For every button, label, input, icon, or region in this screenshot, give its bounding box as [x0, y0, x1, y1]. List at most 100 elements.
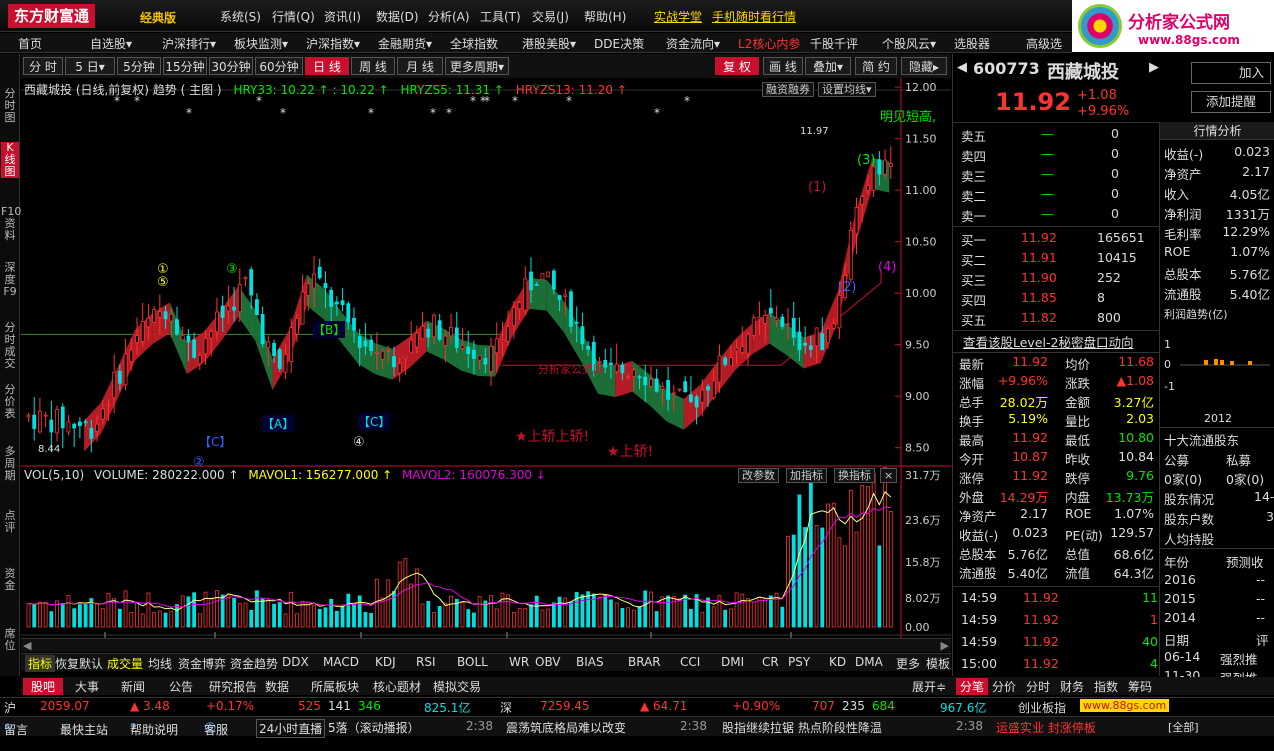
- prev-stock-icon[interactable]: ◀: [957, 60, 967, 75]
- left-tab-3[interactable]: 深度F9: [1, 262, 19, 298]
- bottom-tab-0[interactable]: 股吧: [23, 678, 64, 695]
- tool-1[interactable]: 画 线: [763, 57, 803, 75]
- indicator-8[interactable]: KDJ: [375, 655, 396, 669]
- tab-intraday[interactable]: 分时: [1026, 678, 1050, 695]
- nav-item-5[interactable]: 金融期货▾: [378, 35, 432, 52]
- left-tab-4[interactable]: 分时成交: [1, 322, 19, 370]
- tool-4[interactable]: 隐藏▸: [901, 57, 947, 75]
- nav-item-6[interactable]: 全球指数: [450, 35, 498, 52]
- indicator-21[interactable]: 更多: [896, 655, 920, 672]
- analysis-tab[interactable]: 行情分析: [1160, 122, 1274, 140]
- bottom-tab-6[interactable]: 所属板块: [311, 678, 359, 695]
- nav-item-9[interactable]: 资金流向▾: [666, 35, 720, 52]
- indicator-19[interactable]: KD: [829, 655, 846, 669]
- period-0[interactable]: 分 时: [23, 57, 63, 75]
- period-2[interactable]: 5分钟: [117, 57, 161, 75]
- indicator-18[interactable]: PSY: [788, 655, 810, 669]
- left-tab-6[interactable]: 多周期: [1, 446, 19, 482]
- tool-3[interactable]: 简 约: [855, 57, 897, 75]
- tab-ticks[interactable]: 分笔: [956, 678, 989, 695]
- indicator-14[interactable]: BRAR: [628, 655, 661, 669]
- left-tab-2[interactable]: F10资料: [1, 206, 21, 242]
- tool-2[interactable]: 叠加▾: [805, 57, 851, 75]
- tab-price-dist[interactable]: 分价: [992, 678, 1016, 695]
- period-9[interactable]: 更多周期▾: [445, 57, 509, 75]
- level2-link[interactable]: 查看该股Level-2秘密盘口动向: [963, 332, 1133, 351]
- indicator-4[interactable]: 资金博弈: [178, 655, 226, 672]
- indicator-16[interactable]: DMI: [721, 655, 744, 669]
- nav-item-11[interactable]: 千股千评: [810, 35, 858, 52]
- nav-item-8[interactable]: DDE决策: [594, 35, 644, 52]
- news-item-3[interactable]: 运盛实业 封涨停板: [996, 719, 1096, 736]
- change-indicator-button[interactable]: 换指标: [834, 468, 875, 483]
- menu-news[interactable]: 资讯(I): [324, 8, 361, 25]
- nav-item-7[interactable]: 港股美股▾: [522, 35, 576, 52]
- chart-area[interactable]: * **** * * ** ** * *** 12.0011.5011.0010.5010.0…: [21, 78, 951, 638]
- edit-params-button[interactable]: 改参数: [738, 468, 779, 483]
- news-item-2[interactable]: 股指继续拉锯 热点阶段性降温: [722, 719, 882, 736]
- news-item-1[interactable]: 震荡筑底格局难以改变: [506, 719, 626, 736]
- indicator-2[interactable]: 成交量: [107, 655, 143, 672]
- nav-item-1[interactable]: 自选股▾: [90, 35, 132, 52]
- left-tab-9[interactable]: 席位: [1, 628, 19, 652]
- link-school[interactable]: 实战学堂: [654, 8, 702, 25]
- nav-item-2[interactable]: 沪深排行▾: [162, 35, 216, 52]
- bottom-tab-7[interactable]: 核心题材: [373, 678, 421, 695]
- live-button[interactable]: 24小时直播: [256, 719, 326, 738]
- scroll-left-icon[interactable]: ◀: [23, 639, 31, 652]
- menu-system[interactable]: 系统(S): [220, 8, 261, 25]
- bottom-tab-3[interactable]: 公告: [169, 678, 193, 695]
- link-mobile[interactable]: 手机随时看行情: [712, 8, 796, 25]
- bottom-tab-5[interactable]: 数据: [265, 678, 289, 695]
- tab-chips[interactable]: 筹码: [1128, 678, 1152, 695]
- nav-item-3[interactable]: 板块监测▾: [234, 35, 288, 52]
- add-watchlist-button[interactable]: 加入: [1191, 62, 1271, 84]
- expand-button[interactable]: 展开≑: [912, 678, 946, 695]
- period-3[interactable]: 15分钟: [163, 57, 207, 75]
- period-5[interactable]: 60分钟: [255, 57, 303, 75]
- left-tab-7[interactable]: 点评: [1, 510, 19, 534]
- nav-item-13[interactable]: 选股器: [954, 35, 990, 52]
- menu-tools[interactable]: 工具(T): [480, 8, 521, 25]
- add-alert-button[interactable]: 添加提醒: [1191, 91, 1271, 113]
- next-stock-icon[interactable]: ▶: [1149, 60, 1159, 75]
- tool-0[interactable]: 复 权: [715, 57, 759, 75]
- menu-help[interactable]: 帮助(H): [584, 8, 626, 25]
- period-7[interactable]: 周 线: [351, 57, 395, 75]
- indicator-5[interactable]: 资金趋势: [230, 655, 278, 672]
- indicator-15[interactable]: CCI: [680, 655, 700, 669]
- menu-data[interactable]: 数据(D): [376, 8, 419, 25]
- period-4[interactable]: 30分钟: [209, 57, 253, 75]
- filter-all[interactable]: [全部]: [1168, 719, 1199, 735]
- period-6[interactable]: 日 线: [305, 57, 349, 75]
- menu-analysis[interactable]: 分析(A): [428, 8, 470, 25]
- tab-index[interactable]: 指数: [1094, 678, 1118, 695]
- bottom-tab-1[interactable]: 大事: [75, 678, 99, 695]
- close-indicator-button[interactable]: ×: [880, 468, 898, 483]
- indicator-3[interactable]: 均线: [148, 655, 172, 672]
- left-tab-5[interactable]: 分价表: [1, 384, 19, 420]
- indicator-0[interactable]: 指标: [25, 655, 56, 672]
- add-indicator-button[interactable]: 加指标: [786, 468, 827, 483]
- nav-item-10[interactable]: L2核心内参: [738, 35, 800, 52]
- left-tab-0[interactable]: 分时图: [1, 88, 19, 124]
- chart-scrollbar[interactable]: ◀ ▶: [21, 638, 951, 652]
- indicator-20[interactable]: DMA: [855, 655, 883, 669]
- ma-settings-button[interactable]: 设置均线▾: [818, 82, 876, 97]
- tab-finance[interactable]: 财务: [1060, 678, 1084, 695]
- nav-item-0[interactable]: 首页: [18, 35, 42, 52]
- period-1[interactable]: 5 日▾: [65, 57, 115, 75]
- menu-trade[interactable]: 交易(J): [532, 8, 569, 25]
- period-8[interactable]: 月 线: [397, 57, 443, 75]
- menu-quote[interactable]: 行情(Q): [272, 8, 315, 25]
- indicator-22[interactable]: 模板: [926, 655, 950, 672]
- left-tab-8[interactable]: 资金: [1, 568, 19, 592]
- indicator-6[interactable]: DDX: [282, 655, 309, 669]
- indicator-17[interactable]: CR: [762, 655, 779, 669]
- margin-button[interactable]: 融资融券: [762, 82, 814, 97]
- left-tab-1[interactable]: K线图: [1, 142, 19, 178]
- nav-item-12[interactable]: 个股风云▾: [882, 35, 936, 52]
- scroll-right-icon[interactable]: ▶: [941, 639, 949, 652]
- indicator-11[interactable]: WR: [509, 655, 529, 669]
- indicator-7[interactable]: MACD: [323, 655, 359, 669]
